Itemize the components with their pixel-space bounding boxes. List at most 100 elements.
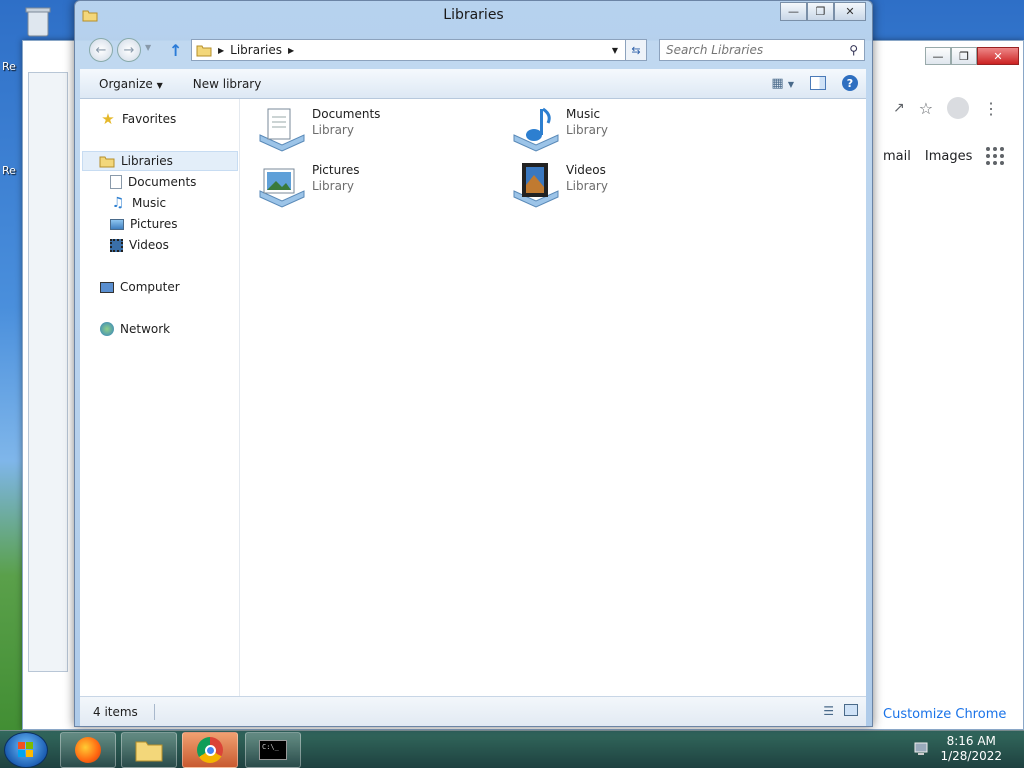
music-note-icon: ♫ <box>111 195 125 211</box>
share-icon[interactable]: ↗ <box>893 100 905 116</box>
close-button[interactable]: ✕ <box>977 47 1019 65</box>
nav-documents[interactable]: Documents <box>110 172 196 192</box>
window-controls: — ❐ ✕ <box>780 2 866 21</box>
nav-label: Libraries <box>121 154 173 168</box>
organize-menu[interactable]: Organize ▼ <box>99 77 163 91</box>
navigation-row: ← → ▼ ↑ ▶ Libraries ▶ ▼ ⇆ ⚲ <box>85 35 865 63</box>
search-input[interactable] <box>666 43 850 57</box>
taskbar: C:\_ 8:16 AM 1/28/2022 <box>0 730 1024 768</box>
restore-button[interactable]: ❐ <box>807 2 834 21</box>
computer-icon <box>100 281 114 293</box>
minimize-button[interactable]: — <box>780 2 807 21</box>
organize-label: Organize <box>99 76 153 91</box>
restore-button[interactable]: ❐ <box>951 47 977 65</box>
refresh-button[interactable]: ⇆ <box>625 39 647 61</box>
nav-libraries[interactable]: Libraries <box>82 151 238 171</box>
chevron-down-icon: ▼ <box>156 80 163 90</box>
profile-avatar-icon[interactable] <box>947 97 970 119</box>
gmail-link[interactable]: mail <box>883 149 911 164</box>
taskbar-explorer[interactable] <box>121 732 177 768</box>
help-icon[interactable]: ? <box>842 75 858 91</box>
back-button[interactable]: ← <box>89 38 113 62</box>
picture-icon <box>110 218 124 230</box>
clock-date: 1/28/2022 <box>940 749 1002 763</box>
document-icon <box>110 175 122 189</box>
search-box[interactable]: ⚲ <box>659 39 865 61</box>
taskbar-chrome[interactable] <box>182 732 238 768</box>
content-area: ★ Favorites Libraries Documents ♫ Music … <box>80 99 866 696</box>
recycle-bin-icon[interactable] <box>18 4 58 38</box>
close-button[interactable]: ✕ <box>834 2 866 21</box>
windows-logo-icon <box>18 742 33 757</box>
status-bar: 4 items ☰ <box>80 696 866 726</box>
large-icons-view-icon[interactable] <box>844 704 858 716</box>
navigation-pane: ★ Favorites Libraries Documents ♫ Music … <box>80 99 240 696</box>
film-icon <box>110 238 123 252</box>
command-bar: Organize ▼ New library ▦ ▼ ? <box>80 69 866 99</box>
tile-name: Documents <box>312 107 381 121</box>
status-divider <box>153 703 155 720</box>
tile-type: Library <box>312 123 354 137</box>
customize-chrome-link[interactable]: Customize Chrome <box>883 707 1006 722</box>
nav-label: Computer <box>120 280 180 294</box>
apps-grid-icon[interactable] <box>986 147 1005 165</box>
item-count: 4 items <box>93 704 138 719</box>
explorer-window[interactable]: Libraries — ❐ ✕ ← → ▼ ↑ ▶ Libraries ▶ ▼ … <box>74 0 873 727</box>
address-bar[interactable]: ▶ Libraries ▶ ▼ <box>191 39 643 61</box>
images-link[interactable]: Images <box>925 149 973 164</box>
breadcrumb-arrow-icon[interactable]: ▶ <box>288 46 294 55</box>
new-library-button[interactable]: New library <box>193 77 262 91</box>
up-arrow-icon[interactable]: ↑ <box>169 41 182 60</box>
chrome-header-links: mail Images <box>883 147 1023 165</box>
nav-label: Favorites <box>122 112 177 126</box>
background-window <box>28 72 68 672</box>
breadcrumb-arrow-icon[interactable]: ▶ <box>218 46 224 55</box>
nav-favorites[interactable]: ★ Favorites <box>100 109 176 129</box>
forward-button[interactable]: → <box>117 38 141 62</box>
nav-videos[interactable]: Videos <box>110 235 169 255</box>
details-view-icon[interactable]: ☰ <box>823 704 834 718</box>
explorer-folder-icon <box>135 741 163 762</box>
address-dropdown-icon[interactable]: ▼ <box>612 46 618 55</box>
music-library-icon <box>513 107 559 152</box>
change-view-icon[interactable]: ▦ ▼ <box>771 76 794 91</box>
videos-library-icon <box>513 163 559 208</box>
system-clock[interactable]: 8:16 AM 1/28/2022 <box>940 734 1002 764</box>
preview-pane-icon[interactable] <box>810 76 826 90</box>
nav-label: Music <box>132 196 167 210</box>
tile-type: Library <box>566 179 608 193</box>
tile-name: Videos <box>566 163 606 177</box>
pictures-library-icon <box>259 168 305 208</box>
search-icon[interactable]: ⚲ <box>849 43 858 57</box>
nav-label: Documents <box>128 175 197 189</box>
nav-pictures[interactable]: Pictures <box>110 214 178 234</box>
window-title: Libraries <box>443 7 504 23</box>
nav-music[interactable]: ♫ Music <box>110 193 166 213</box>
libraries-folder-icon <box>196 45 212 57</box>
tile-name: Music <box>566 107 601 121</box>
breadcrumb-libraries[interactable]: Libraries <box>230 43 282 57</box>
library-tile-music[interactable]: Music Library <box>512 105 608 153</box>
nav-network[interactable]: Network <box>100 319 170 339</box>
recent-pages-arrow-icon[interactable]: ▼ <box>145 43 151 52</box>
bookmark-star-icon[interactable]: ☆ <box>919 99 933 118</box>
taskbar-firefox[interactable] <box>60 732 116 768</box>
library-tile-documents[interactable]: Documents Library <box>258 105 380 153</box>
taskbar-cmd[interactable]: C:\_ <box>245 732 301 768</box>
star-icon: ★ <box>101 110 115 128</box>
network-globe-icon <box>100 322 114 336</box>
tile-type: Library <box>312 179 354 193</box>
menu-kebab-icon[interactable]: ⋮ <box>983 99 999 118</box>
library-tile-pictures[interactable]: Pictures Library <box>258 161 360 209</box>
tile-name: Pictures <box>312 163 360 177</box>
tile-type: Library <box>566 123 608 137</box>
view-controls: ▦ ▼ ? <box>771 75 858 91</box>
documents-library-icon <box>259 108 305 152</box>
network-tray-icon[interactable] <box>914 741 930 757</box>
nav-computer[interactable]: Computer <box>100 277 180 297</box>
clock-time: 8:16 AM <box>946 734 996 748</box>
minimize-button[interactable]: — <box>925 47 951 65</box>
library-tile-videos[interactable]: Videos Library <box>512 161 608 209</box>
start-button[interactable] <box>4 732 48 768</box>
nav-label: Network <box>120 322 171 336</box>
